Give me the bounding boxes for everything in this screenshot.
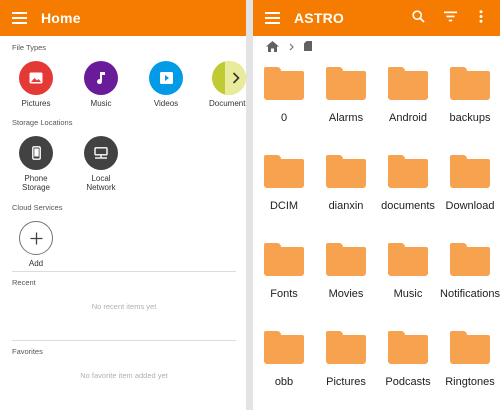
more-options-icon[interactable]	[479, 10, 483, 23]
folder-icon	[326, 67, 366, 100]
folder-icon	[388, 155, 428, 188]
favorites-label: Favorites	[12, 347, 43, 356]
play-icon	[149, 61, 183, 95]
folder-label: 0	[280, 112, 288, 124]
image-icon	[19, 61, 53, 95]
folder-label: Music	[393, 288, 423, 300]
add-icon	[19, 221, 53, 255]
folder-item[interactable]: Movies	[316, 243, 376, 300]
folder-label: Notifications	[440, 288, 500, 300]
folder-item[interactable]: Notifications	[440, 243, 500, 300]
folder-label: Android	[389, 112, 427, 124]
folder-item[interactable]: Fonts	[254, 243, 314, 300]
menu-icon[interactable]	[12, 12, 27, 24]
folder-label: Pictures	[326, 376, 366, 388]
folder-label: Podcasts	[385, 376, 431, 388]
add-label: Add	[28, 259, 44, 268]
folder-item[interactable]: documents	[378, 155, 438, 212]
folder-label: backups	[449, 112, 491, 124]
folder-item[interactable]: Pictures	[316, 331, 376, 388]
folder-icon	[264, 67, 304, 100]
storage-label-line1: Phone	[24, 174, 48, 183]
folder-icon	[264, 155, 304, 188]
storage-label-line2: Storage	[21, 183, 51, 192]
astro-title: ASTRO	[294, 10, 344, 26]
home-title: Home	[41, 10, 81, 26]
folder-item[interactable]: dianxin	[316, 155, 376, 212]
folder-label: documents	[381, 200, 435, 212]
sd-card-icon[interactable]	[304, 41, 312, 51]
storage-local-network[interactable]: Local Network	[79, 136, 123, 192]
document-icon	[212, 61, 246, 95]
category-label: Documents	[209, 99, 246, 108]
phone-icon	[19, 136, 53, 170]
recent-label: Recent	[12, 278, 36, 287]
chevron-right-icon	[289, 43, 294, 51]
cloud-services-label: Cloud Services	[12, 203, 63, 212]
divider	[12, 271, 236, 272]
breadcrumb	[253, 36, 500, 58]
folder-icon	[450, 331, 490, 364]
folder-label: obb	[274, 376, 294, 388]
folder-item[interactable]: Music	[378, 243, 438, 300]
category-label: Pictures	[21, 99, 51, 108]
folder-icon	[326, 331, 366, 364]
category-pictures[interactable]: Pictures	[14, 61, 58, 108]
folder-label: dianxin	[328, 200, 364, 212]
folder-icon	[388, 67, 428, 100]
folder-item[interactable]: Android	[378, 67, 438, 124]
folder-item[interactable]: obb	[254, 331, 314, 388]
folder-label: Ringtones	[445, 376, 495, 388]
folder-label: DCIM	[269, 200, 299, 212]
folder-label: Movies	[328, 288, 364, 300]
folder-item[interactable]: Podcasts	[378, 331, 438, 388]
divider	[12, 340, 236, 341]
folder-icon	[264, 243, 304, 276]
folder-icon	[326, 243, 366, 276]
folder-label: Download	[445, 200, 495, 212]
chevron-right-icon[interactable]	[232, 72, 240, 84]
network-icon	[84, 136, 118, 170]
folder-icon	[450, 155, 490, 188]
folder-icon	[326, 155, 366, 188]
favorites-empty-message: No favorite item added yet	[80, 371, 168, 380]
folder-icon	[388, 243, 428, 276]
category-videos[interactable]: Videos	[144, 61, 188, 108]
astro-app-bar: ASTRO	[253, 0, 500, 36]
folder-item[interactable]: Alarms	[316, 67, 376, 124]
astro-panel: ASTRO 0 Alarms Android backups DCIM dianxin do…	[253, 0, 500, 410]
folder-item[interactable]: backups	[440, 67, 500, 124]
folder-item[interactable]: DCIM	[254, 155, 314, 212]
category-label: Music	[90, 99, 112, 108]
storage-locations-label: Storage Locations	[12, 118, 73, 127]
music-note-icon	[84, 61, 118, 95]
folder-icon	[264, 331, 304, 364]
home-panel: Home File Types Pictures Music Videos Do…	[0, 0, 246, 410]
storage-label-line2: Network	[86, 183, 116, 192]
folder-item[interactable]: Download	[440, 155, 500, 212]
folder-item[interactable]: Ringtones	[440, 331, 500, 388]
recent-empty-message: No recent items yet	[91, 302, 157, 311]
category-documents[interactable]: Documents	[209, 61, 246, 108]
add-cloud-service-button[interactable]: Add	[14, 221, 58, 268]
folder-icon	[450, 243, 490, 276]
search-icon[interactable]	[412, 10, 425, 23]
home-app-bar: Home	[0, 0, 246, 36]
home-icon[interactable]	[266, 41, 279, 52]
category-music[interactable]: Music	[79, 61, 123, 108]
storage-phone[interactable]: Phone Storage	[14, 136, 58, 192]
filter-icon[interactable]	[444, 11, 457, 22]
file-types-label: File Types	[12, 43, 47, 52]
menu-icon[interactable]	[265, 12, 280, 24]
folder-label: Fonts	[270, 288, 298, 300]
folder-item[interactable]: 0	[254, 67, 314, 124]
category-label: Videos	[153, 99, 179, 108]
folder-label: Alarms	[328, 112, 364, 124]
storage-label-line1: Local	[91, 174, 111, 183]
folder-icon	[388, 331, 428, 364]
folder-icon	[450, 67, 490, 100]
